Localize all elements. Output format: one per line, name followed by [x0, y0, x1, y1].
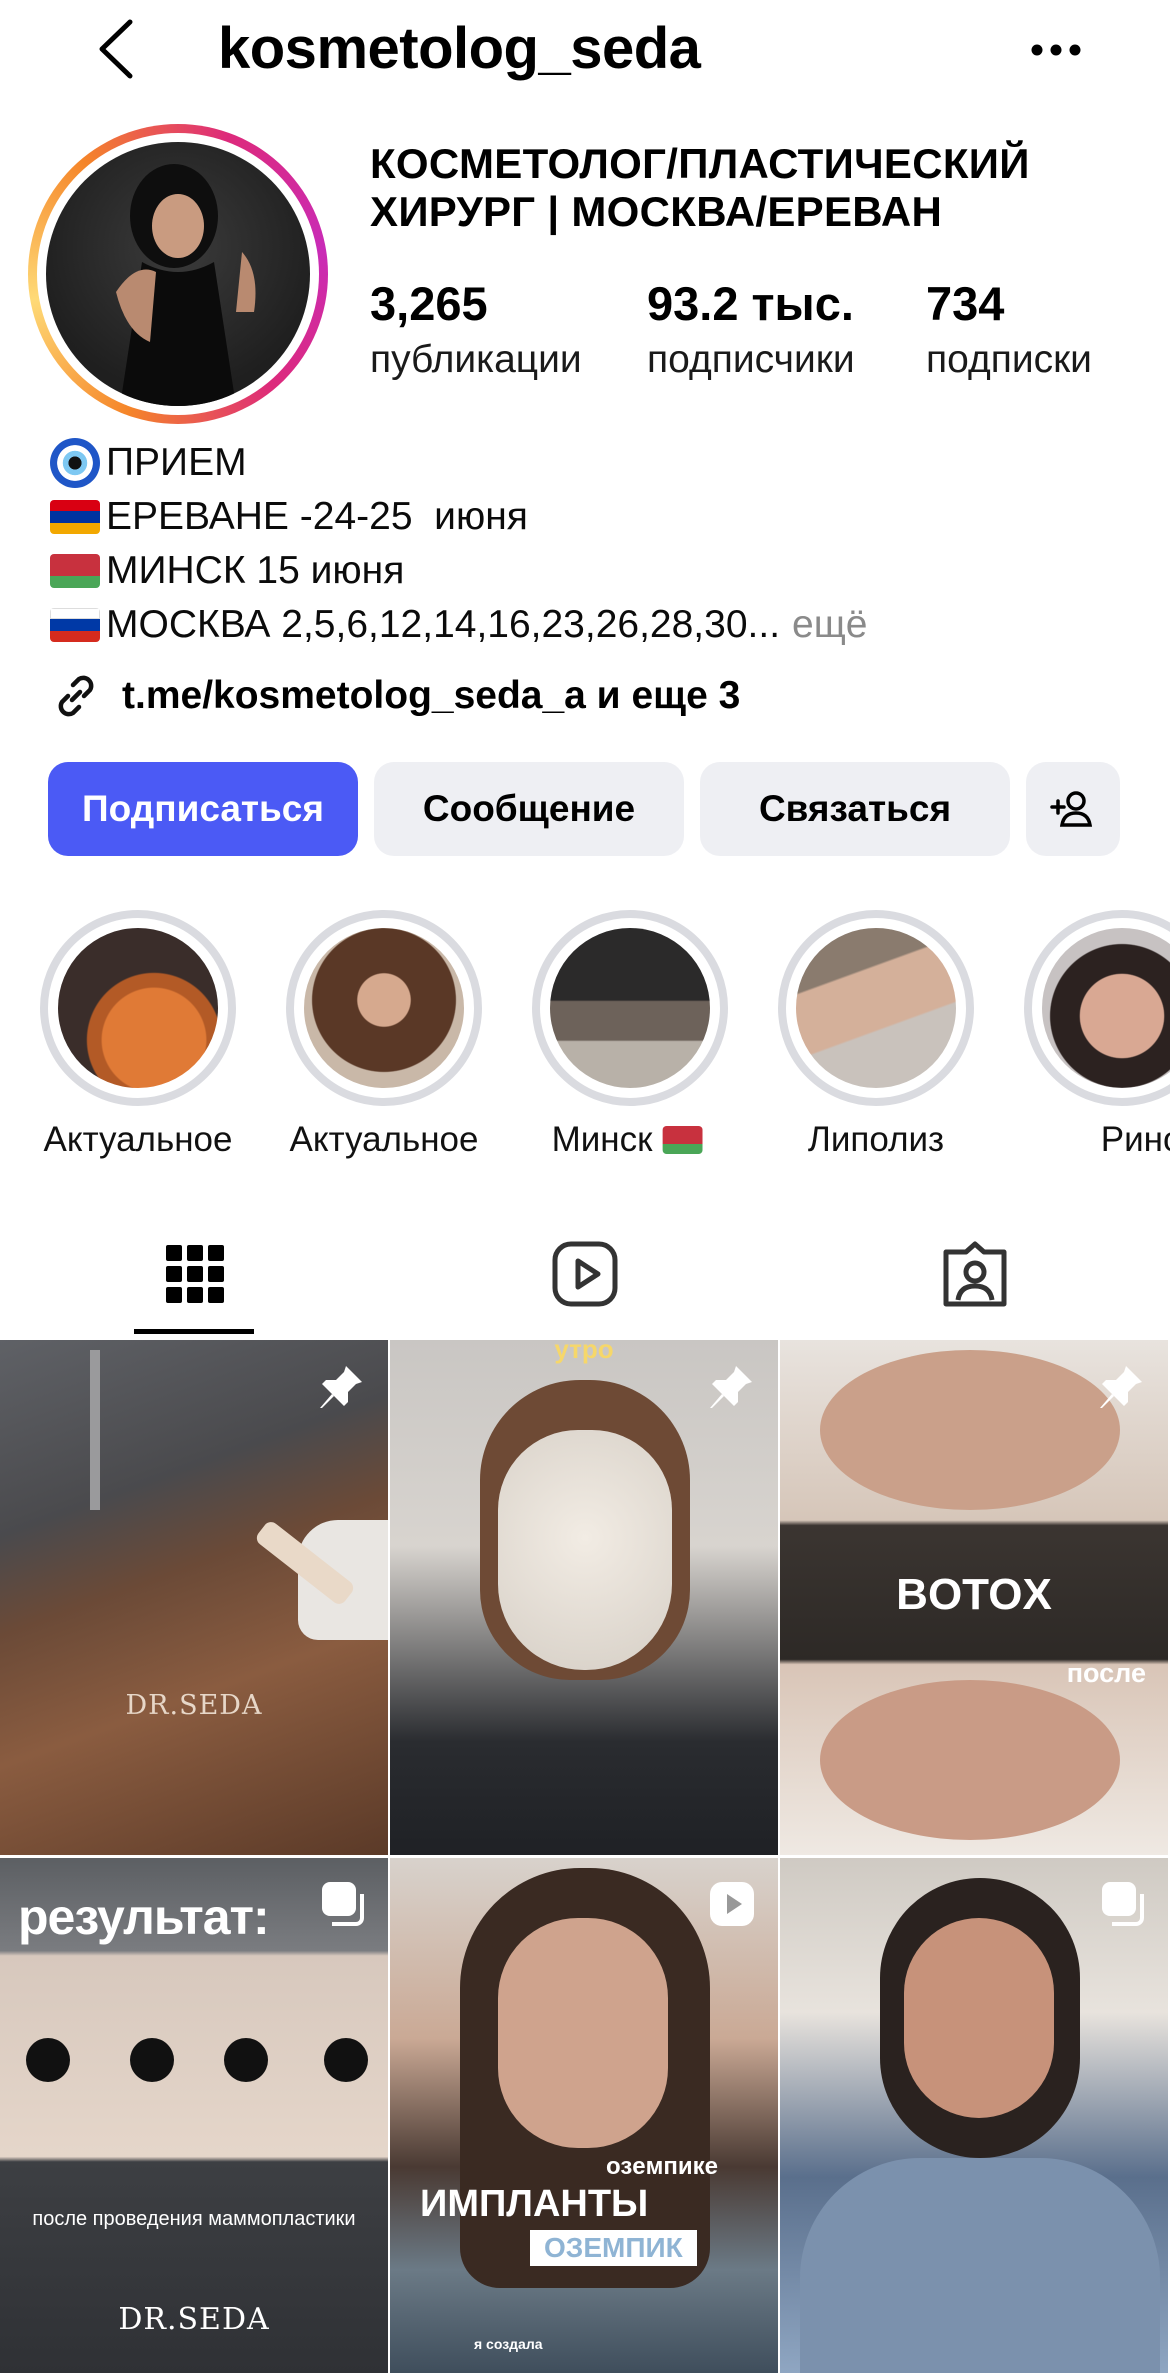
highlight-5[interactable]: Рино	[1024, 910, 1170, 1159]
pinned-icon	[710, 1366, 752, 1408]
carousel-icon	[322, 1882, 364, 1926]
contact-button[interactable]: Связаться	[700, 762, 1010, 856]
bio-line-1: ПРИЕМ	[106, 441, 247, 484]
follow-button[interactable]: Подписаться	[48, 762, 358, 856]
profile-category: КОСМЕТОЛОГ/ПЛАСТИЧЕСКИЙ ХИРУРГ | МОСКВА/…	[370, 140, 1030, 235]
highlight-1[interactable]: Актуальное	[40, 910, 236, 1159]
highlight-3-label: Минск	[552, 1116, 709, 1164]
post-3-subtitle: после	[1066, 1658, 1146, 1688]
post-5[interactable]: озeмпике ИМПЛАНТЫ ОЗЕМПИК я создала	[390, 1858, 778, 2373]
stat-posts-value: 3,265	[370, 277, 488, 330]
post-4[interactable]: результат: после проведения маммопластик…	[0, 1858, 388, 2373]
highlight-3[interactable]: Минск	[532, 910, 728, 1159]
highlight-1-label: Актуальное	[43, 1120, 233, 1159]
add-person-icon	[1050, 791, 1093, 827]
post-5-label-box: ОЗЕМПИК	[530, 2230, 697, 2266]
highlight-4-label: Липолиз	[807, 1120, 945, 1159]
post-2[interactable]: утро	[390, 1340, 778, 1855]
stat-following[interactable]: 734 подписки	[926, 276, 1092, 384]
post-1-watermark: DR.SEDA	[125, 1690, 263, 1721]
back-button[interactable]	[88, 14, 144, 84]
profile-username: kosmetolog_seda	[218, 16, 701, 81]
posts-grid: DR.SEDA утро BOTOX после результат: посл…	[0, 1340, 1170, 2373]
highlight-5-label: Рино	[1100, 1120, 1170, 1159]
bio-line-2: ЕРЕВАНЕ -24-25 июня	[106, 495, 528, 538]
post-3[interactable]: BOTOX после	[780, 1340, 1168, 1855]
post-6[interactable]	[780, 1858, 1168, 2373]
profile-header: kosmetolog_seda	[0, 0, 1170, 100]
stat-following-label: подписки	[926, 338, 1092, 381]
profile-link[interactable]: t.me/kosmetolog_seda_a и еще 3	[50, 668, 740, 724]
reel-play-icon	[710, 1882, 754, 1926]
tab-reels[interactable]	[390, 1218, 780, 1330]
tagged-person-icon	[943, 1241, 1007, 1307]
highlight-2-label: Актуальное	[289, 1120, 479, 1159]
tab-tagged[interactable]	[780, 1218, 1170, 1330]
post-4-caption: после проведения маммопластики	[32, 2208, 356, 2230]
profile-avatar-story-ring[interactable]	[28, 124, 328, 424]
stat-posts[interactable]: 3,265 публикации	[370, 276, 582, 384]
post-5-bottom-text: я создала	[474, 2336, 543, 2352]
profile-bio: ПРИЕМ ЕРЕВАНЕ -24-25 июня МИНСК 15 июня …	[50, 436, 1150, 652]
tab-posts-grid[interactable]	[0, 1218, 390, 1330]
bio-more-link[interactable]: ещё	[792, 598, 867, 652]
stat-posts-label: публикации	[370, 338, 582, 381]
post-3-title: BOTOX	[896, 1570, 1052, 1619]
chevron-left-icon	[99, 19, 133, 79]
message-button[interactable]: Сообщение	[374, 762, 684, 856]
highlight-4[interactable]: Липолиз	[778, 910, 974, 1159]
stat-followers-value: 93.2 тыс.	[647, 277, 854, 330]
belarus-flag-icon	[50, 554, 100, 588]
bio-line-3: МИНСК 15 июня	[106, 549, 405, 592]
russia-flag-icon	[50, 608, 100, 642]
active-tab-indicator	[134, 1329, 254, 1334]
more-options-button[interactable]	[1010, 22, 1102, 78]
profile-link-text: t.me/kosmetolog_seda_a и еще 3	[122, 674, 741, 717]
post-4-watermark: DR.SEDA	[118, 2302, 270, 2337]
pinned-icon	[320, 1366, 362, 1408]
reels-play-icon	[552, 1241, 618, 1307]
pinned-icon	[1100, 1366, 1142, 1408]
stat-followers-label: подписчики	[647, 338, 855, 381]
stat-following-value: 734	[926, 277, 1005, 330]
post-5-tag: озeмпике	[606, 2153, 718, 2180]
post-5-title: ИМПЛАНТЫ	[420, 2183, 649, 2225]
armenia-flag-icon	[50, 500, 100, 534]
more-dots-icon	[1031, 44, 1081, 56]
link-icon	[58, 675, 94, 717]
nazar-amulet-icon	[50, 438, 100, 488]
belarus-flag-icon	[662, 1126, 703, 1154]
grid-icon	[166, 1245, 224, 1303]
suggested-people-button[interactable]	[1026, 762, 1120, 856]
carousel-icon	[1102, 1882, 1144, 1926]
post-1[interactable]: DR.SEDA	[0, 1340, 388, 1855]
stat-followers[interactable]: 93.2 тыс. подписчики	[647, 276, 855, 384]
bio-line-4: МОСКВА 2,5,6,12,14,16,23,26,28,30...	[106, 603, 781, 646]
post-4-title: результат:	[18, 1889, 270, 1945]
profile-avatar	[46, 142, 310, 406]
highlight-2[interactable]: Актуальное	[286, 910, 482, 1159]
